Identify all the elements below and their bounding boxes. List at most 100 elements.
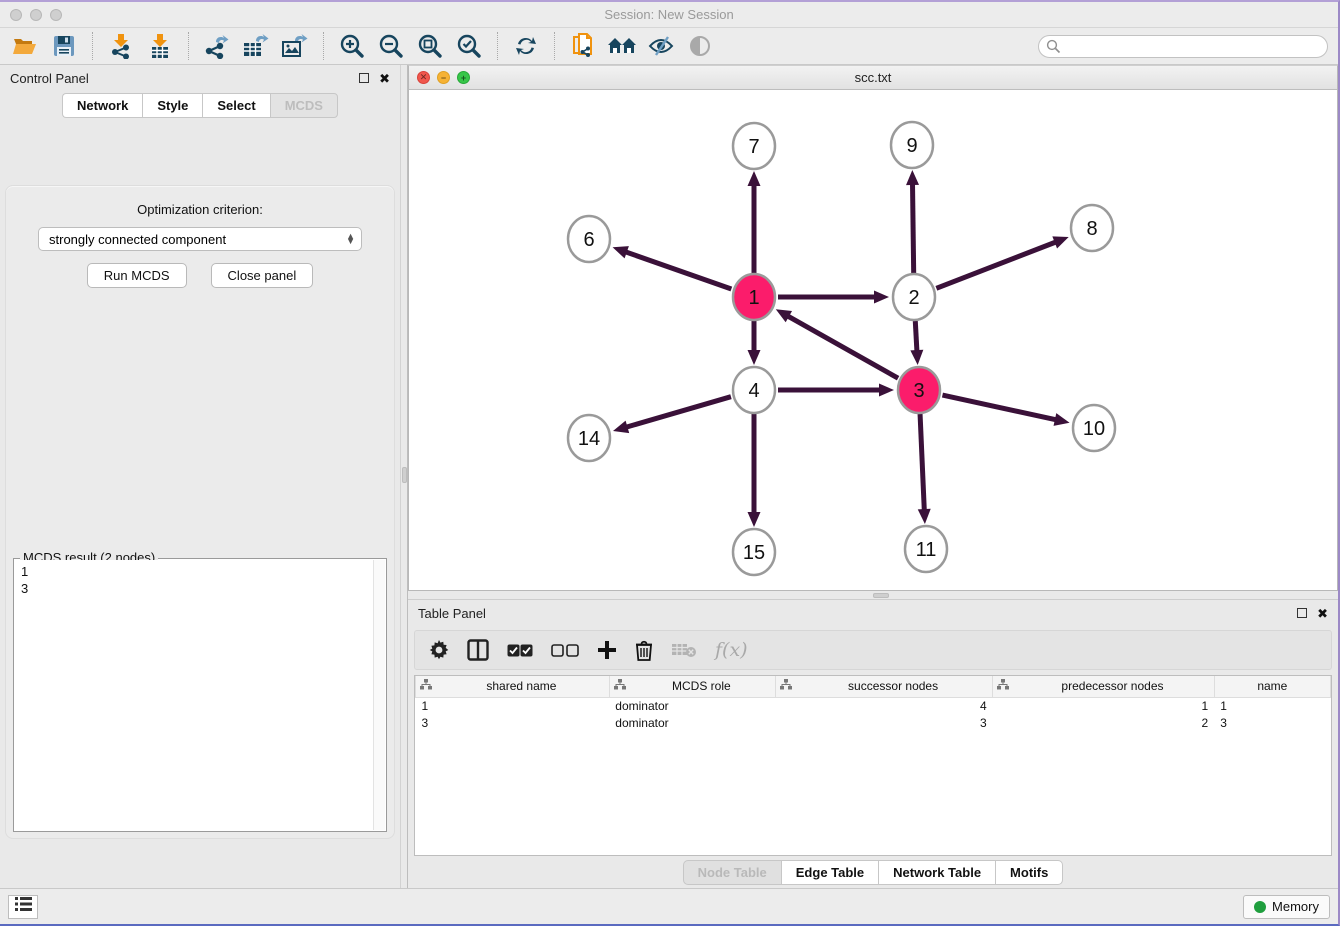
refresh-layout-icon[interactable] <box>511 31 541 61</box>
import-network-icon[interactable] <box>106 31 136 61</box>
table-cell[interactable]: 1 <box>993 697 1214 714</box>
horizontal-splitter[interactable] <box>408 591 1338 600</box>
table-row[interactable]: 1dominator411 <box>416 697 1331 714</box>
result-scrollbar[interactable] <box>373 560 385 830</box>
task-history-button[interactable] <box>8 895 38 919</box>
zoom-in-icon[interactable] <box>337 31 367 61</box>
zoom-out-icon[interactable] <box>376 31 406 61</box>
delete-column-icon[interactable] <box>635 637 653 663</box>
table-cell[interactable]: dominator <box>609 714 775 731</box>
tab-node-table[interactable]: Node Table <box>683 860 781 885</box>
table-row[interactable]: 3dominator323 <box>416 714 1331 731</box>
toolbar-separator <box>188 32 189 60</box>
node-label: 6 <box>583 229 594 251</box>
copy-network-icon[interactable] <box>568 31 598 61</box>
toolbar-separator <box>497 32 498 60</box>
edge-2-9[interactable] <box>913 183 914 273</box>
column-type-icon <box>997 679 1009 693</box>
table-cell[interactable]: 3 <box>775 714 992 731</box>
search-input[interactable] <box>1038 35 1328 58</box>
node-table: shared nameMCDS rolesuccessor nodesprede… <box>414 675 1332 856</box>
table-cell[interactable]: dominator <box>609 697 775 714</box>
graph-node-14[interactable]: 14 <box>568 415 610 461</box>
control-panel: Control Panel ✖ NetworkStyleSelectMCDS O… <box>0 65 400 888</box>
graph-node-6[interactable]: 6 <box>568 216 610 262</box>
graph-node-8[interactable]: 8 <box>1071 205 1113 251</box>
table-cell[interactable]: 2 <box>993 714 1214 731</box>
mcds-tab-content: Optimization criterion: strongly connect… <box>5 185 395 839</box>
select-all-checkboxes-icon[interactable] <box>507 637 533 663</box>
graph-node-3[interactable]: 3 <box>898 367 940 413</box>
table-cell[interactable]: 3 <box>416 714 610 731</box>
list-icon <box>15 897 32 916</box>
vertical-splitter[interactable] <box>400 65 408 888</box>
column-header-successor-nodes[interactable]: successor nodes <box>775 676 992 697</box>
save-icon[interactable] <box>49 31 79 61</box>
edge-4-14[interactable] <box>625 397 730 428</box>
zoom-fit-icon[interactable] <box>415 31 445 61</box>
table-empty-area <box>415 731 1331 855</box>
export-image-icon[interactable] <box>280 31 310 61</box>
add-column-icon[interactable] <box>597 637 617 663</box>
tab-style[interactable]: Style <box>142 93 202 118</box>
criterion-dropdown[interactable]: strongly connected component ▲▼ <box>38 227 362 251</box>
edge-2-3[interactable] <box>915 321 917 352</box>
graph-node-2[interactable]: 2 <box>893 274 935 320</box>
tab-network[interactable]: Network <box>62 93 142 118</box>
column-header-predecessor-nodes[interactable]: predecessor nodes <box>993 676 1214 697</box>
edge-arrowhead <box>613 246 629 258</box>
edge-1-6[interactable] <box>625 252 732 289</box>
export-network-icon[interactable] <box>202 31 232 61</box>
export-table-icon[interactable] <box>241 31 271 61</box>
tab-edge-table[interactable]: Edge Table <box>781 860 878 885</box>
home-icon[interactable] <box>607 31 637 61</box>
close-panel-icon[interactable]: ✖ <box>379 72 390 85</box>
close-panel-button[interactable]: Close panel <box>211 263 314 288</box>
node-label: 2 <box>908 287 919 309</box>
run-mcds-button[interactable]: Run MCDS <box>87 263 187 288</box>
network-canvas[interactable]: 7 9 6 8 1 2 4 3 14 10 15 11 <box>409 90 1337 590</box>
edge-3-11[interactable] <box>920 414 924 511</box>
node-label: 1 <box>748 287 759 309</box>
splitter-handle[interactable] <box>873 593 889 598</box>
graph-node-9[interactable]: 9 <box>891 122 933 168</box>
tab-network-table[interactable]: Network Table <box>878 860 995 885</box>
graph-node-7[interactable]: 7 <box>733 123 775 169</box>
open-folder-icon[interactable] <box>10 31 40 61</box>
edge-3-10[interactable] <box>942 395 1056 420</box>
main-toolbar <box>0 28 1338 65</box>
tab-motifs[interactable]: Motifs <box>995 860 1063 885</box>
graph-node-1[interactable]: 1 <box>733 274 775 320</box>
float-panel-icon[interactable] <box>359 73 369 83</box>
table-cell[interactable]: 1 <box>416 697 610 714</box>
network-graph[interactable]: 7 9 6 8 1 2 4 3 14 10 15 11 <box>409 90 1337 590</box>
split-panel-icon[interactable] <box>467 637 489 663</box>
deselect-checkboxes-icon[interactable] <box>551 637 579 663</box>
graph-node-4[interactable]: 4 <box>733 367 775 413</box>
graph-node-11[interactable]: 11 <box>905 526 947 572</box>
table-cell[interactable]: 4 <box>775 697 992 714</box>
import-table-icon[interactable] <box>145 31 175 61</box>
table-cell[interactable]: 3 <box>1214 714 1330 731</box>
graph-node-10[interactable]: 10 <box>1073 405 1115 451</box>
gear-icon[interactable] <box>429 637 449 663</box>
column-header-shared-name[interactable]: shared name <box>416 676 610 697</box>
network-window-titlebar: ✕ − + scc.txt <box>409 66 1337 90</box>
mcds-result-text[interactable]: 13 <box>15 560 373 830</box>
close-panel-icon[interactable]: ✖ <box>1317 607 1328 620</box>
table-cell[interactable]: 1 <box>1214 697 1330 714</box>
graph-node-15[interactable]: 15 <box>733 529 775 575</box>
column-header-name[interactable]: name <box>1214 676 1330 697</box>
column-type-icon <box>614 679 626 693</box>
edge-2-8[interactable] <box>936 242 1056 289</box>
tab-select[interactable]: Select <box>202 93 269 118</box>
table-panel-title: Table Panel <box>418 606 486 621</box>
splitter-handle[interactable] <box>402 467 407 483</box>
zoom-selected-icon[interactable] <box>454 31 484 61</box>
column-header-MCDS-role[interactable]: MCDS role <box>609 676 775 697</box>
edge-3-1[interactable] <box>787 316 898 379</box>
memory-button[interactable]: Memory <box>1243 895 1330 919</box>
float-panel-icon[interactable] <box>1297 608 1307 618</box>
hide-eye-icon[interactable] <box>646 31 676 61</box>
tab-mcds[interactable]: MCDS <box>270 93 338 118</box>
